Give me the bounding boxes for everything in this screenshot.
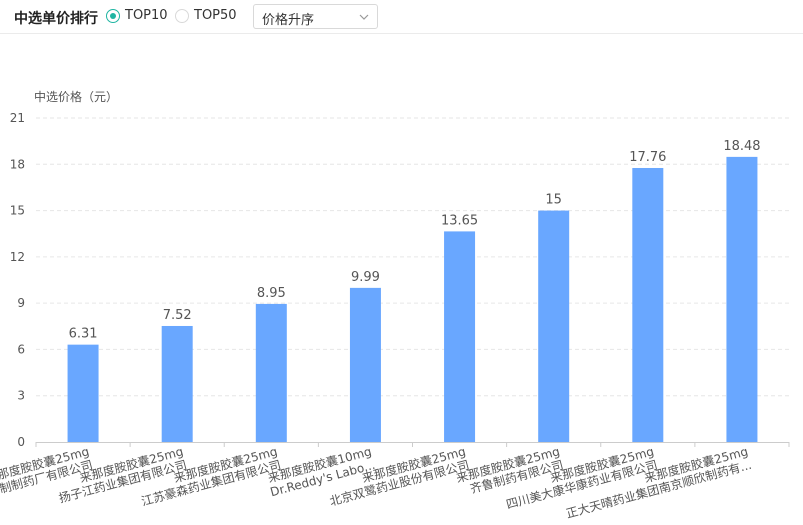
bar — [161, 325, 193, 442]
y-tick-label: 15 — [10, 204, 25, 218]
bar — [67, 344, 99, 442]
data-label: 8.95 — [257, 286, 286, 301]
y-tick-label: 21 — [10, 111, 25, 125]
data-label: 9.99 — [351, 270, 380, 285]
y-tick-label: 3 — [17, 389, 25, 403]
bar — [632, 167, 664, 442]
y-tick-label: 18 — [10, 157, 25, 171]
bar — [255, 303, 287, 442]
y-tick-label: 0 — [17, 435, 25, 449]
data-label: 18.48 — [723, 139, 760, 154]
bar — [444, 231, 476, 442]
y-axis-label: 中选价格（元） — [34, 89, 118, 104]
data-label: 7.52 — [163, 308, 192, 323]
bar-chart: 中选价格（元） 0369121518216.31来那度胺胶囊25mg制制药厂有限… — [0, 89, 790, 521]
data-label: 13.65 — [441, 213, 478, 228]
y-tick-label: 9 — [17, 296, 25, 310]
data-label: 17.76 — [629, 150, 666, 165]
data-label: 6.31 — [69, 327, 98, 342]
y-tick-label: 12 — [10, 250, 25, 264]
data-label: 15 — [545, 193, 562, 208]
bar — [349, 287, 381, 442]
bar — [538, 210, 570, 442]
y-tick-label: 6 — [17, 342, 25, 356]
bar — [726, 156, 758, 442]
